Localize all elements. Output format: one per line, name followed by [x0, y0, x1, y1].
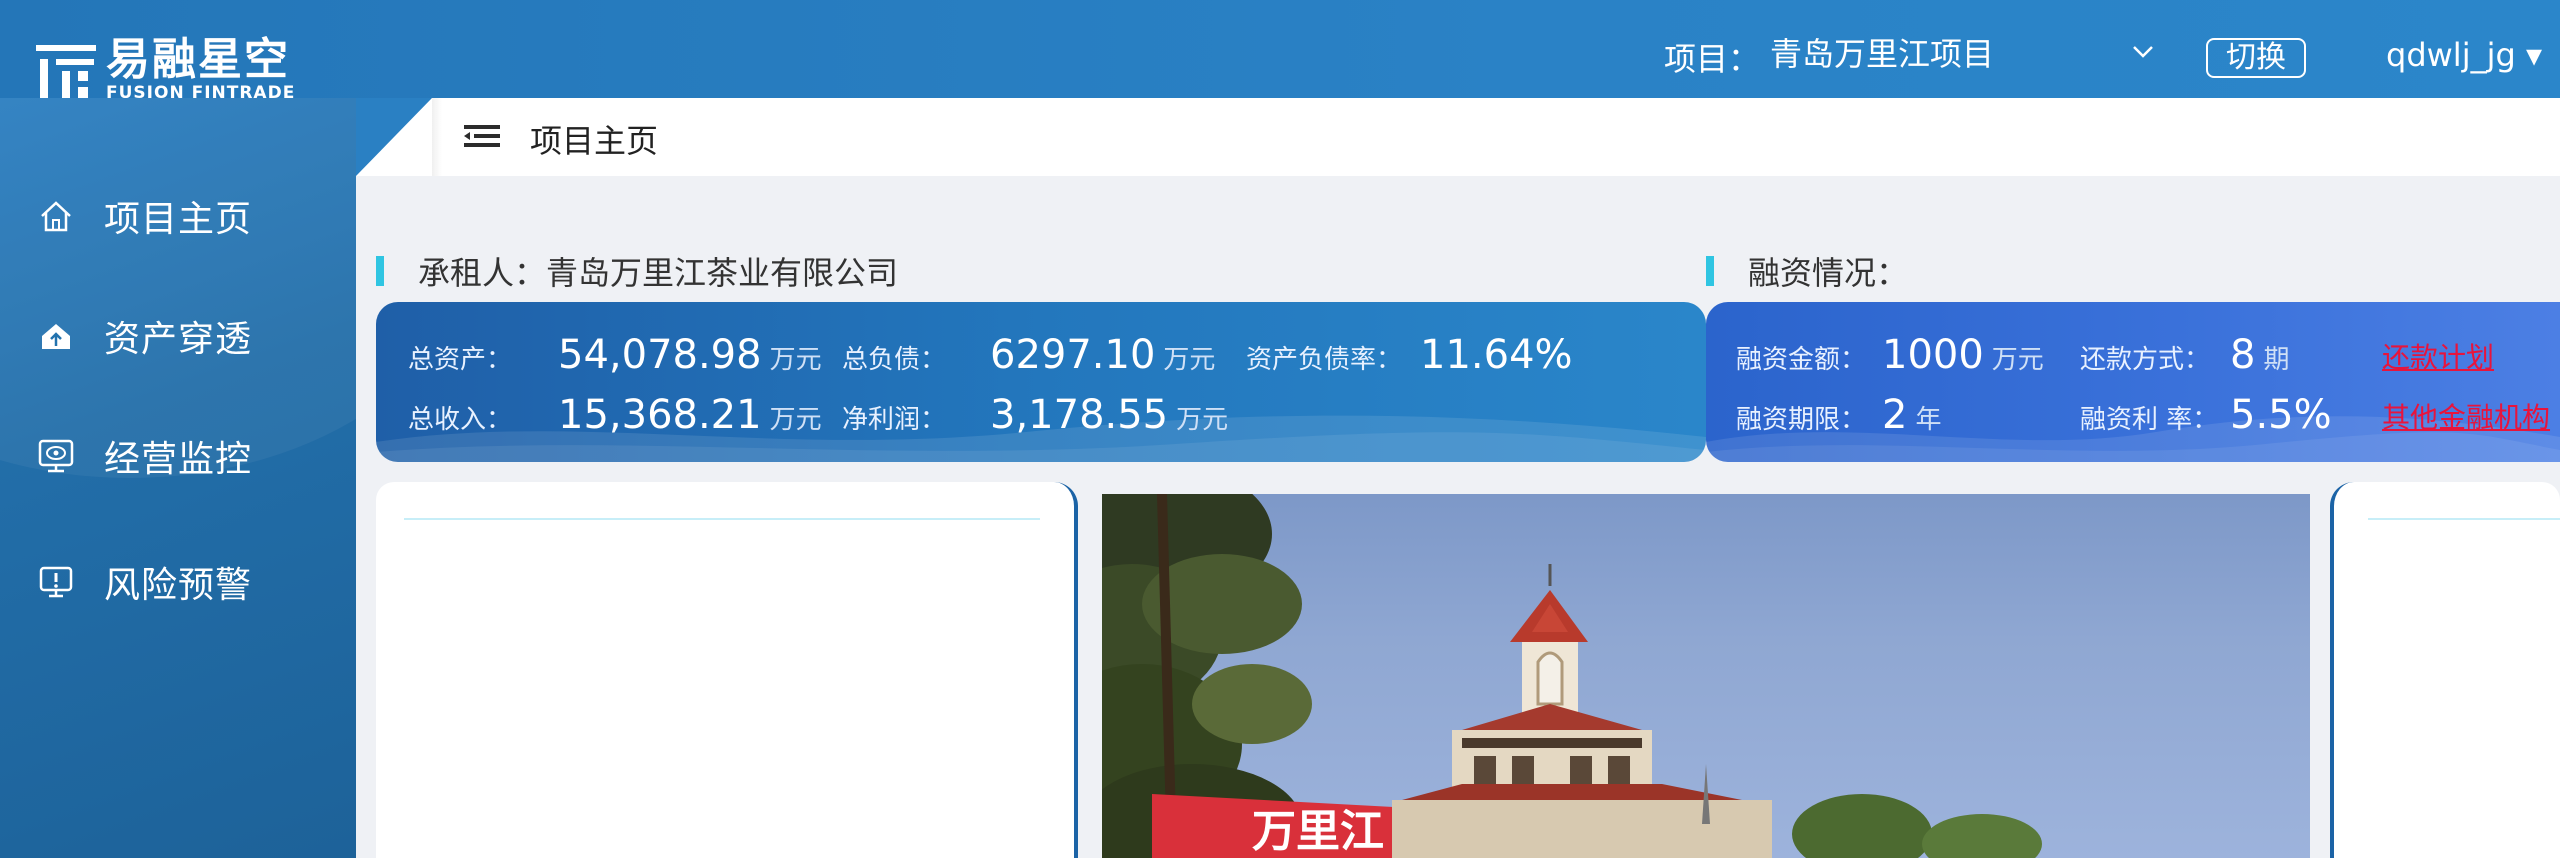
- financing-stats-card: 融资金额： 1000 万元 还款方式： 8 期 还款计划 融资期限： 2 年 融…: [1706, 302, 2560, 462]
- revenue-stat: 总收入： 15,368.21 万元: [408, 392, 822, 438]
- chevron-down-icon: [2132, 40, 2154, 65]
- net-profit-value: 3,178.55: [990, 392, 1169, 438]
- switch-project-button[interactable]: 切换: [2206, 38, 2306, 78]
- repayment-periods-value: 8: [2230, 332, 2256, 378]
- debt-ratio-stat: 资产负债率： 11.64%: [1246, 332, 1573, 378]
- tab-strip: [356, 98, 2560, 176]
- menu-collapse-icon[interactable]: [462, 122, 502, 154]
- revenue-value: 15,368.21: [558, 392, 762, 438]
- project-photo: 万里江: [1102, 494, 2310, 858]
- sidebar-item-label: 项目主页: [104, 199, 253, 240]
- sidebar-item-risk-warning[interactable]: 风险预警: [0, 542, 356, 622]
- lessee-stats-card: 总资产： 54,078.98 万元 总负债： 6297.10 万元 资产负债率：…: [376, 302, 1706, 462]
- user-menu[interactable]: qdwlj_jg ▾: [2386, 36, 2542, 74]
- sidebar-item-asset-penetration[interactable]: 资产穿透: [0, 296, 356, 376]
- financing-section-title: 融资情况：: [1706, 248, 1908, 294]
- project-select-value: 青岛万里江项目: [1770, 35, 1995, 73]
- net-profit-stat: 净利润： 3,178.55 万元: [842, 392, 1229, 438]
- financing-term-value: 2: [1882, 392, 1908, 438]
- divider: [404, 518, 1040, 520]
- home-icon: [36, 196, 76, 236]
- debt-ratio-value: 11.64%: [1420, 332, 1573, 378]
- total-assets-value: 54,078.98: [558, 332, 762, 378]
- brand-name-cn: 易融星空: [106, 34, 290, 85]
- alert-screen-icon: [36, 562, 76, 602]
- financing-amount-stat: 融资金额： 1000 万元: [1736, 332, 2044, 378]
- sidebar-item-label: 风险预警: [104, 565, 253, 606]
- title-accent-bar: [1706, 256, 1714, 286]
- total-assets-stat: 总资产： 54,078.98 万元: [408, 332, 822, 378]
- financing-title: 融资情况：: [1748, 254, 1909, 292]
- lessee-title: 承租人：青岛万里江茶业有限公司: [418, 254, 899, 292]
- financing-amount-value: 1000: [1882, 332, 1984, 378]
- total-debt-value: 6297.10: [990, 332, 1156, 378]
- financing-rate-stat: 融资利 率： 5.5%: [2080, 392, 2332, 438]
- financing-term-stat: 融资期限： 2 年: [1736, 392, 1942, 438]
- lessee-section-title: 承租人：青岛万里江茶业有限公司: [376, 248, 898, 294]
- repayment-method-stat: 还款方式： 8 期: [2080, 332, 2290, 378]
- divider: [2368, 518, 2560, 520]
- repayment-plan-link[interactable]: 还款计划: [2382, 336, 2494, 376]
- sidebar: 项目主页 资产穿透 经营监控 风险预警: [0, 98, 356, 858]
- right-panel: [2330, 482, 2560, 858]
- top-bar: 易融星空 FUSION FINTRADE 项目： 青岛万里江项目 切换 qdwl…: [0, 0, 2560, 103]
- monitor-eye-icon: [36, 436, 76, 476]
- project-select[interactable]: 青岛万里江项目: [1770, 30, 2170, 74]
- building: [1392, 564, 1772, 858]
- sidebar-item-operation-monitor[interactable]: 经营监控: [0, 416, 356, 496]
- brand-logo[interactable]: 易融星空 FUSION FINTRADE: [36, 38, 295, 104]
- project-label: 项目：: [1664, 40, 1761, 78]
- sidebar-item-project-home[interactable]: 项目主页: [0, 176, 356, 256]
- sidebar-item-label: 经营监控: [104, 439, 253, 480]
- sidebar-item-label: 资产穿透: [104, 319, 253, 360]
- svg-text:万里江: 万里江: [1252, 806, 1384, 857]
- financing-rate-value: 5.5%: [2230, 392, 2332, 438]
- total-debt-stat: 总负债： 6297.10 万元: [842, 332, 1216, 378]
- house-upload-icon: [36, 316, 76, 356]
- title-accent-bar: [376, 256, 384, 286]
- left-panel: [376, 482, 1078, 858]
- other-institutions-link[interactable]: 其他金融机构: [2382, 396, 2550, 436]
- logo-mark-icon: [36, 39, 98, 103]
- tab-project-home[interactable]: 项目主页: [530, 116, 658, 162]
- tab-corner: [356, 98, 432, 176]
